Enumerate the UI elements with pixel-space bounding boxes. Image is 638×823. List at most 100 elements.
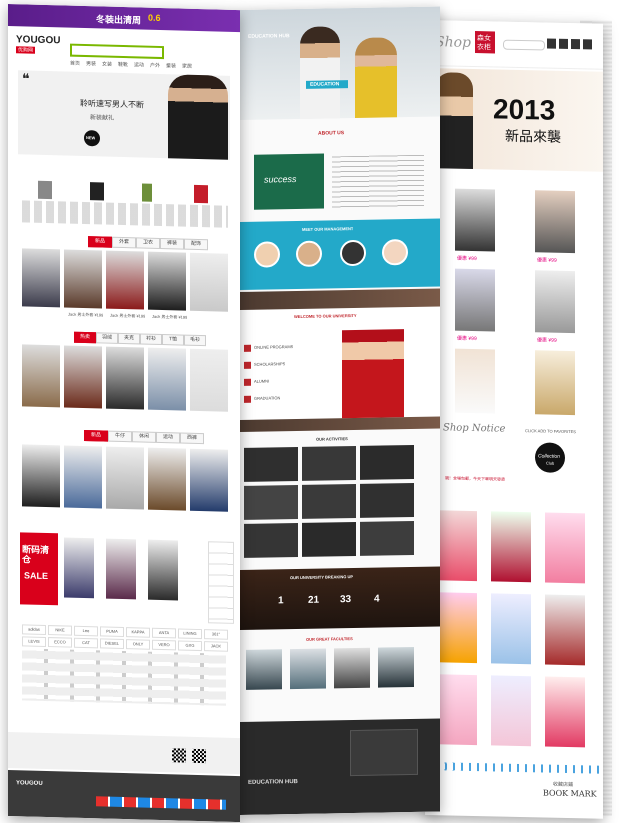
yougou-sale-side-list[interactable] bbox=[208, 541, 234, 624]
product-photo[interactable] bbox=[106, 250, 144, 310]
category-item[interactable] bbox=[90, 182, 104, 201]
product-photo[interactable] bbox=[491, 593, 531, 665]
faculty-photo[interactable] bbox=[378, 646, 414, 688]
product-photo[interactable] bbox=[64, 445, 102, 509]
product-photo[interactable] bbox=[437, 592, 477, 664]
activity-thumb[interactable] bbox=[244, 446, 298, 482]
product-photo[interactable] bbox=[491, 511, 531, 583]
brand-tile[interactable]: DIESEL bbox=[100, 638, 124, 650]
brand-tile[interactable]: adidas bbox=[22, 624, 46, 635]
product-photo[interactable] bbox=[545, 512, 585, 584]
brand-tile[interactable]: KAPPA bbox=[126, 627, 150, 638]
brand-tile[interactable]: JACK bbox=[204, 641, 228, 652]
product-photo[interactable] bbox=[491, 675, 531, 747]
brand-tile[interactable]: VERO bbox=[152, 639, 176, 651]
activity-thumb[interactable] bbox=[360, 482, 414, 518]
product-photo[interactable] bbox=[455, 348, 495, 414]
section-tab[interactable]: 休闲 bbox=[132, 431, 156, 443]
nav-item[interactable]: 鞋靴 bbox=[118, 61, 128, 68]
brand-tile[interactable]: NIKE bbox=[48, 625, 72, 636]
product-photo[interactable] bbox=[190, 348, 228, 412]
section-tab[interactable]: 热卖 bbox=[74, 331, 96, 344]
nav-item[interactable]: 家居 bbox=[182, 63, 192, 70]
activity-thumb[interactable] bbox=[244, 522, 298, 558]
product-photo[interactable] bbox=[190, 252, 228, 312]
nav-item[interactable]: 童装 bbox=[166, 62, 176, 69]
section-tab[interactable]: 牛仔 bbox=[108, 430, 132, 443]
nav-item[interactable]: 户外 bbox=[150, 62, 160, 69]
edu-contact-form[interactable] bbox=[350, 728, 418, 777]
brand-tile[interactable]: PUMA bbox=[100, 626, 124, 638]
brand-tile[interactable]: 361° bbox=[204, 629, 228, 640]
product-photo[interactable] bbox=[148, 347, 186, 411]
product-photo[interactable] bbox=[455, 268, 495, 332]
section-tab[interactable]: 运动 bbox=[156, 431, 180, 444]
edu-list-item[interactable]: SCHOLARSHIPS bbox=[254, 361, 285, 367]
product-photo[interactable] bbox=[22, 248, 60, 308]
faculty-photo[interactable] bbox=[334, 647, 370, 689]
activity-thumb[interactable] bbox=[244, 484, 298, 520]
section-tab[interactable]: 夹克 bbox=[118, 332, 140, 345]
section-tab[interactable]: 配饰 bbox=[184, 238, 208, 251]
faculty-photo[interactable] bbox=[246, 649, 282, 690]
category-item[interactable] bbox=[194, 184, 208, 204]
nav-item[interactable]: 运动 bbox=[134, 61, 144, 68]
product-photo[interactable] bbox=[106, 346, 144, 410]
nav-item[interactable]: 首页 bbox=[70, 60, 80, 67]
edu-list-item[interactable]: ONLINE PROGRAMS bbox=[254, 344, 293, 350]
faculty-photo[interactable] bbox=[290, 648, 326, 690]
category-item[interactable] bbox=[38, 180, 52, 200]
yougou-search-input[interactable] bbox=[70, 43, 164, 60]
category-links[interactable] bbox=[22, 200, 228, 228]
shop-bookmark-title[interactable]: BOOK MARK bbox=[543, 788, 597, 798]
product-photo[interactable] bbox=[22, 344, 60, 408]
product-photo[interactable] bbox=[106, 446, 144, 510]
activity-thumb[interactable] bbox=[360, 520, 414, 556]
product-photo[interactable] bbox=[535, 270, 575, 334]
shop-favorite-text[interactable]: CLICK ADD TO FAVORITES bbox=[525, 428, 576, 434]
section-tab[interactable]: 外套 bbox=[112, 236, 136, 249]
category-item[interactable] bbox=[142, 183, 152, 202]
product-photo[interactable] bbox=[148, 447, 186, 511]
product-photo[interactable] bbox=[148, 251, 186, 311]
brand-tile-rows[interactable] bbox=[22, 648, 226, 706]
section-tab[interactable]: 新品 bbox=[88, 236, 112, 248]
brand-tile[interactable]: ONLY bbox=[126, 639, 150, 650]
product-photo[interactable] bbox=[106, 538, 136, 600]
section-tab[interactable]: T恤 bbox=[162, 334, 184, 346]
section-tab[interactable]: 羽绒 bbox=[96, 332, 118, 344]
product-photo[interactable] bbox=[545, 676, 585, 748]
product-photo[interactable] bbox=[437, 674, 477, 746]
brand-tile[interactable]: CAT bbox=[74, 637, 98, 649]
activity-thumb[interactable] bbox=[360, 444, 414, 480]
product-photo[interactable] bbox=[64, 345, 102, 409]
product-photo[interactable] bbox=[545, 594, 585, 666]
shop-search-input[interactable] bbox=[503, 39, 545, 51]
nav-item[interactable]: 男装 bbox=[86, 60, 96, 67]
section-tab[interactable]: 卫衣 bbox=[136, 237, 160, 249]
product-photo[interactable] bbox=[535, 190, 575, 254]
yougou-logo[interactable]: YOUGOU bbox=[16, 34, 60, 46]
product-photo[interactable] bbox=[455, 188, 495, 252]
yougou-sale-banner[interactable] bbox=[20, 532, 58, 606]
product-photo[interactable] bbox=[64, 249, 102, 309]
brand-tile[interactable]: ECCO bbox=[48, 637, 72, 648]
activity-thumb[interactable] bbox=[302, 445, 356, 481]
shop-nav-icons[interactable] bbox=[547, 38, 595, 50]
product-photo[interactable] bbox=[148, 539, 178, 601]
product-photo[interactable] bbox=[64, 537, 94, 599]
brand-tile[interactable]: Lee bbox=[74, 625, 98, 637]
section-tab[interactable]: 裤装 bbox=[160, 237, 184, 250]
product-photo[interactable] bbox=[22, 444, 60, 508]
section-tab[interactable]: 毛衫 bbox=[184, 334, 206, 347]
section-tab[interactable]: 西裤 bbox=[180, 432, 204, 445]
activity-thumb[interactable] bbox=[302, 483, 356, 519]
nav-item[interactable]: 女装 bbox=[102, 60, 112, 67]
activity-thumb[interactable] bbox=[302, 521, 356, 557]
section-tab[interactable]: 新品 bbox=[84, 429, 108, 442]
edu-list-item[interactable]: ALUMNI bbox=[254, 378, 269, 383]
brand-tile[interactable]: ANTA bbox=[152, 627, 176, 639]
product-photo[interactable] bbox=[535, 350, 575, 416]
section-tab[interactable]: 衬衫 bbox=[140, 333, 162, 346]
brand-tile[interactable]: GXG bbox=[178, 640, 202, 652]
